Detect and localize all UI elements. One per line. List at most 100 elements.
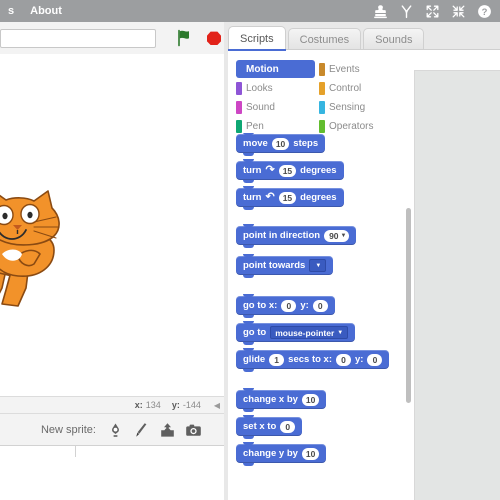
block-number-dropdown[interactable]: 90 ▼ [324, 229, 350, 242]
block-label: secs to x: [288, 354, 332, 365]
block-number-input[interactable]: 10 [301, 393, 320, 406]
sprite-list-pane[interactable] [0, 445, 224, 500]
block-label: steps [293, 138, 319, 149]
category-pen-label: Pen [246, 120, 264, 132]
block-dropdown[interactable]: ▼ [309, 259, 327, 272]
chevron-down-icon: ▼ [315, 262, 322, 269]
stage-canvas[interactable] [0, 54, 224, 396]
grow-icon[interactable] [425, 4, 440, 19]
stop-button[interactable] [204, 28, 224, 48]
chevron-down-icon: ▼ [340, 232, 347, 239]
category-operators-label: Operators [329, 120, 374, 132]
block-label: turn [243, 192, 262, 203]
sprite-scratch-cat[interactable] [0, 184, 92, 309]
block-point-towards[interactable]: point towards ▼ [236, 254, 334, 278]
block-number-input[interactable]: 15 [278, 191, 297, 204]
category-motion-swatch [236, 62, 242, 76]
stage-resize-arrow-icon[interactable]: ◀ [214, 401, 220, 410]
block-label: point towards [243, 260, 306, 271]
block-label: glide [243, 354, 266, 365]
category-looks-label: Looks [246, 82, 273, 94]
category-sound-swatch [236, 100, 242, 114]
category-events-swatch [319, 62, 325, 76]
tab-costumes[interactable]: Costumes [287, 28, 362, 50]
stamp-icon[interactable] [373, 4, 388, 19]
editor-body: Motion Events Looks Control Sound Sensin… [228, 49, 500, 500]
stage-header [0, 22, 224, 54]
block-turn-right[interactable]: turn ↷ 15 degrees [236, 159, 344, 183]
category-sound-label: Sound [246, 101, 275, 113]
coord-y-value: -144 [182, 400, 201, 410]
category-operators-swatch [319, 119, 325, 133]
block-number-input[interactable]: 10 [301, 447, 320, 460]
block-number-input[interactable]: 0 [281, 299, 297, 312]
block-dropdown-value: mouse-pointer [275, 327, 335, 338]
block-set-x-to[interactable]: set x to 0 [236, 415, 303, 439]
turn-counterclockwise-icon: ↶ [265, 191, 275, 203]
block-point-in-direction[interactable]: point in direction 90 ▼ [236, 224, 357, 248]
category-events-label: Events [329, 63, 360, 75]
block-number-input[interactable]: 10 [271, 137, 290, 150]
green-flag-button[interactable] [174, 28, 194, 48]
block-label: move [243, 138, 268, 149]
block-number-input[interactable]: 0 [312, 299, 328, 312]
scripts-canvas[interactable] [414, 70, 500, 500]
coord-x-value: 134 [145, 400, 161, 410]
new-sprite-camera-button[interactable] [185, 422, 202, 439]
block-number-input[interactable]: 15 [278, 164, 297, 177]
category-sound[interactable]: Sound [236, 98, 315, 116]
category-pen-swatch [236, 119, 242, 133]
block-turn-left[interactable]: turn ↶ 15 degrees [236, 186, 344, 210]
editor-tabs: Scripts Costumes Sounds [228, 26, 425, 50]
block-go-to[interactable]: go to mouse-pointer ▼ [236, 321, 356, 345]
category-events[interactable]: Events [319, 60, 398, 78]
block-label: y: [355, 354, 364, 365]
block-move-steps[interactable]: move 10 steps [236, 133, 326, 156]
turn-clockwise-icon: ↷ [265, 164, 275, 176]
block-number-input[interactable]: 1 [269, 353, 285, 366]
tab-sounds[interactable]: Sounds [363, 28, 425, 50]
new-sprite-paint-button[interactable] [133, 422, 150, 439]
menu-item-about[interactable]: About [22, 0, 70, 22]
new-sprite-toolbar: New sprite: [0, 415, 224, 445]
category-control-swatch [319, 81, 325, 95]
help-icon[interactable]: ? [477, 4, 492, 19]
block-number-input[interactable]: 0 [336, 353, 351, 366]
palette-scrollbar-thumb[interactable] [406, 208, 411, 403]
category-looks[interactable]: Looks [236, 79, 315, 97]
block-label: change y by [243, 448, 298, 459]
new-sprite-label: New sprite: [40, 424, 96, 436]
block-number-input[interactable]: 0 [280, 420, 296, 433]
shrink-icon[interactable] [451, 4, 466, 19]
block-number-input[interactable]: 0 [367, 353, 383, 366]
palette-scrollbar-track[interactable] [405, 133, 413, 500]
editor-column: Scripts Costumes Sounds Motion Events Lo… [224, 22, 500, 500]
svg-text:?: ? [482, 7, 488, 18]
scissors-icon[interactable] [399, 4, 414, 19]
block-glide-secs-to-xy[interactable]: glide 1 secs to x: 0 y: 0 [236, 348, 390, 372]
category-control-label: Control [329, 82, 362, 94]
block-dropdown-value: 90 [329, 230, 339, 241]
stage-column: x: 134 y: -144 ◀ New sprite: [0, 22, 224, 500]
category-sensing[interactable]: Sensing [319, 98, 398, 116]
project-name-input[interactable] [0, 28, 156, 48]
block-go-to-xy[interactable]: go to x: 0 y: 0 [236, 294, 335, 318]
category-control[interactable]: Control [319, 79, 398, 97]
menu-bar: s About ? [0, 0, 500, 22]
menu-item-tips[interactable]: s [0, 0, 22, 22]
new-sprite-upload-button[interactable] [159, 422, 176, 439]
block-change-x-by[interactable]: change x by 10 [236, 388, 327, 412]
sprite-pane-divider [75, 446, 76, 457]
tab-scripts[interactable]: Scripts [228, 26, 286, 50]
block-palette[interactable]: move 10 steps turn ↷ 15 degrees turn ↶ 15 degrees p… [228, 133, 405, 500]
block-label: go to [243, 327, 267, 338]
new-sprite-library-button[interactable] [107, 422, 124, 439]
block-dropdown[interactable]: mouse-pointer ▼ [270, 326, 349, 339]
block-change-y-by[interactable]: change y by 10 [236, 442, 327, 466]
chevron-down-icon: ▼ [337, 329, 344, 336]
block-label: turn [243, 165, 262, 176]
block-label: y: [300, 300, 309, 311]
category-looks-swatch [236, 81, 242, 95]
block-label: point in direction [243, 230, 321, 241]
category-motion[interactable]: Motion [236, 60, 315, 78]
